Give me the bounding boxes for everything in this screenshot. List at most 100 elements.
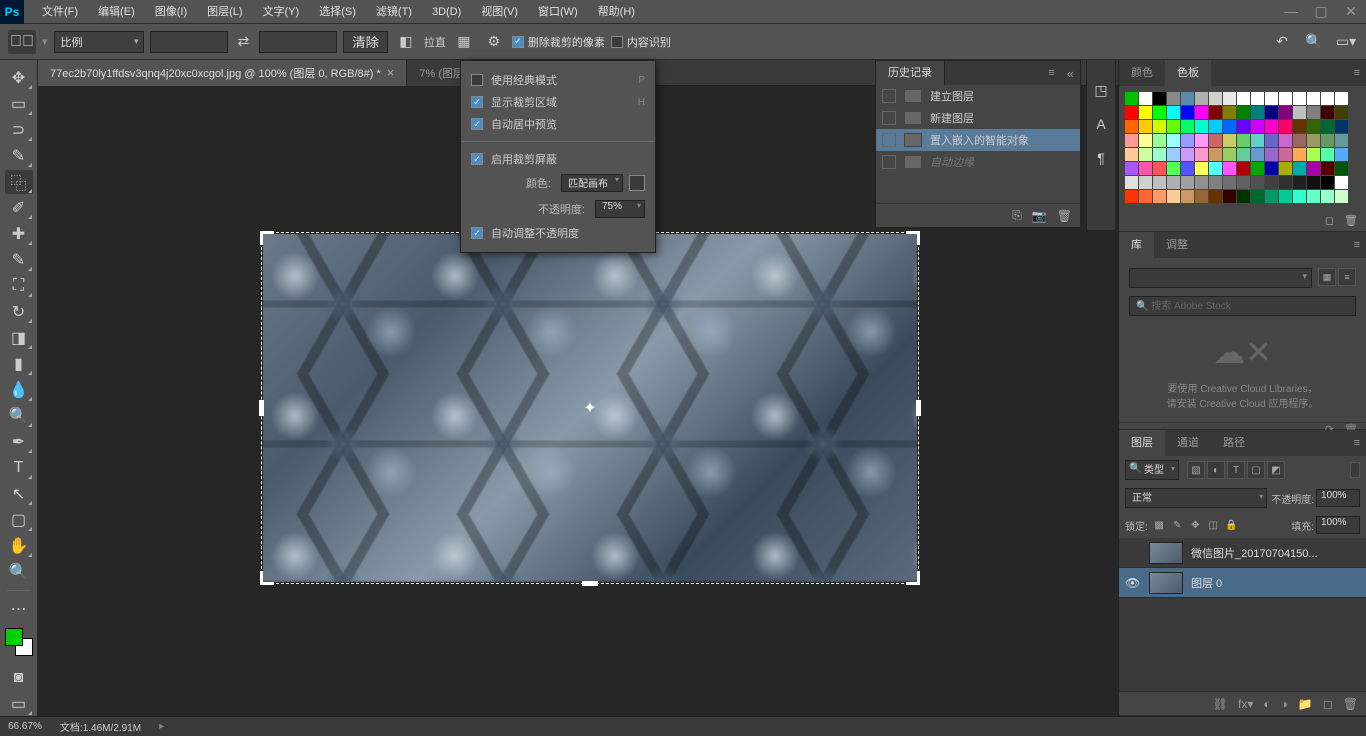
eraser-tool[interactable]: ◨ [5,326,33,350]
swatch[interactable] [1251,162,1264,175]
close-button[interactable]: ✕ [1336,2,1366,22]
healing-tool[interactable]: ✚ [5,222,33,246]
swatch[interactable] [1153,190,1166,203]
swatch[interactable] [1335,190,1348,203]
new-layer-icon[interactable]: ◻ [1323,697,1333,711]
menu-3d[interactable]: 3D(D) [422,0,471,24]
minimize-button[interactable]: — [1276,2,1306,22]
crop-handle-l[interactable] [259,400,264,416]
lock-position-icon[interactable]: ✥ [1188,518,1203,533]
content-aware-checkbox[interactable]: 内容识别 [611,34,671,50]
lock-artboard-icon[interactable]: ◫ [1206,518,1221,533]
swatch[interactable] [1279,190,1292,203]
swatch[interactable] [1223,148,1236,161]
tab-paths[interactable]: 路径 [1211,430,1257,456]
swatch[interactable] [1279,92,1292,105]
layer-mask-icon[interactable]: ◐ [1263,697,1270,711]
swatch[interactable] [1335,120,1348,133]
layer-thumbnail[interactable] [1149,542,1183,564]
swatch[interactable] [1279,134,1292,147]
auto-center-preview-toggle[interactable]: ✓ 自动居中预览 [461,113,655,135]
list-view-icon[interactable]: ≡ [1338,268,1356,286]
show-crop-area-toggle[interactable]: ✓ 显示裁剪区域 H [461,91,655,113]
swatch[interactable] [1195,134,1208,147]
swatch[interactable] [1251,148,1264,161]
tab-color[interactable]: 颜色 [1119,60,1165,86]
swatch[interactable] [1293,120,1306,133]
swatch[interactable] [1223,176,1236,189]
tab-swatches[interactable]: 色板 [1165,60,1211,86]
swatch[interactable] [1223,190,1236,203]
grid-view-icon[interactable]: ▦ [1318,268,1336,286]
delete-layer-icon[interactable]: 🗑 [1343,697,1358,711]
menu-image[interactable]: 图像(I) [145,0,197,24]
opacity-input[interactable]: 100% [1316,489,1360,507]
history-item[interactable]: 新建图层 [876,107,1080,129]
ratio-dropdown[interactable]: 比例 [54,31,144,53]
workspace-icon[interactable]: ▭▾ [1334,30,1358,54]
create-document-icon[interactable]: ⎘ [1012,208,1022,223]
swatch[interactable] [1307,148,1320,161]
swatch[interactable] [1125,106,1138,119]
tab-layers[interactable]: 图层 [1119,430,1165,456]
swatch[interactable] [1237,106,1250,119]
swatch[interactable] [1321,92,1334,105]
swatch[interactable] [1265,106,1278,119]
swatch[interactable] [1307,92,1320,105]
panel-menu-icon[interactable]: ≡ [1348,67,1366,79]
swatch[interactable] [1265,162,1278,175]
adjustment-layer-icon[interactable]: ◑ [1281,697,1288,711]
swatch[interactable] [1251,176,1264,189]
edit-toolbar[interactable]: ⋯ [5,597,33,621]
swatch[interactable] [1265,148,1278,161]
swatch[interactable] [1321,190,1334,203]
stock-search-input[interactable]: 🔍 搜索 Adobe Stock [1129,296,1356,316]
blur-tool[interactable]: 💧 [5,378,33,402]
blend-mode-select[interactable]: 正常 [1125,488,1267,508]
lasso-tool[interactable]: ⊃ [5,118,33,142]
swatch[interactable] [1195,162,1208,175]
swatch[interactable] [1265,92,1278,105]
swatch[interactable] [1209,162,1222,175]
swatch[interactable] [1223,92,1236,105]
filter-adjust-icon[interactable]: ◐ [1207,461,1225,479]
swatch[interactable] [1181,190,1194,203]
swatch[interactable] [1167,162,1180,175]
swatch[interactable] [1209,92,1222,105]
swatch[interactable] [1181,92,1194,105]
classic-mode-toggle[interactable]: 使用经典模式 P [461,69,655,91]
swatch[interactable] [1335,106,1348,119]
swatch[interactable] [1223,162,1236,175]
layer-row[interactable]: 👁 图层 0 [1119,568,1366,598]
crop-handle-bl[interactable] [260,571,274,585]
swatch[interactable] [1139,106,1152,119]
fill-input[interactable]: 100% [1316,516,1360,534]
pen-tool[interactable]: ✒ [5,430,33,454]
swatch[interactable] [1321,120,1334,133]
menu-help[interactable]: 帮助(H) [588,0,645,24]
swatch[interactable] [1181,120,1194,133]
swatch[interactable] [1139,148,1152,161]
auto-adjust-opacity-toggle[interactable]: ✓ 自动调整不透明度 [461,222,655,244]
eyedropper-tool[interactable]: ✐ [5,196,33,220]
swatch[interactable] [1265,120,1278,133]
menu-window[interactable]: 窗口(W) [528,0,588,24]
swatch[interactable] [1125,148,1138,161]
swatch[interactable] [1321,106,1334,119]
swatch[interactable] [1293,134,1306,147]
menu-filter[interactable]: 滤镜(T) [366,0,422,24]
menu-type[interactable]: 文字(Y) [253,0,310,24]
dodge-tool[interactable]: 🔍 [5,404,33,428]
swatch[interactable] [1237,148,1250,161]
swatch[interactable] [1209,176,1222,189]
swatch[interactable] [1125,176,1138,189]
swatch[interactable] [1265,134,1278,147]
filter-smart-icon[interactable]: ◩ [1267,461,1285,479]
swatch[interactable] [1335,92,1348,105]
swatch[interactable] [1167,134,1180,147]
swatch[interactable] [1167,148,1180,161]
lock-paint-icon[interactable]: ✎ [1170,518,1185,533]
quick-mask-icon[interactable]: ◙ [5,666,33,690]
swatch[interactable] [1195,92,1208,105]
delete-cropped-checkbox[interactable]: ✓ 删除裁剪的像素 [512,34,605,50]
